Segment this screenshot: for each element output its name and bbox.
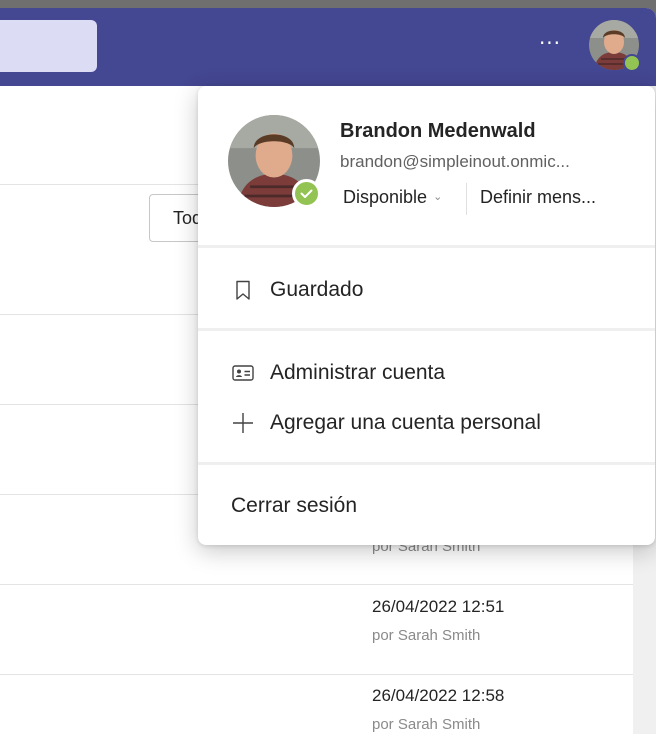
row-date: 26/04/2022 12:51 [372, 597, 505, 616]
more-options-button[interactable]: ··· [534, 30, 566, 62]
contact-card-icon [231, 361, 255, 385]
set-status-message-button[interactable]: Definir mens... [480, 187, 596, 208]
divider [466, 183, 467, 215]
sign-out-button[interactable]: Cerrar sesión [231, 494, 357, 518]
menu-item-add-personal-account[interactable]: Agregar una cuenta personal [198, 401, 655, 445]
menu-item-manage-account[interactable]: Administrar cuenta [198, 351, 655, 395]
divider [0, 674, 633, 675]
divider [198, 245, 655, 248]
menu-item-label: Administrar cuenta [270, 361, 446, 384]
menu-item-saved[interactable]: Guardado [198, 268, 655, 312]
menu-item-label: Guardado [270, 278, 364, 301]
profile-menu: Brandon Medenwald brandon@simpleinout.on… [198, 86, 655, 545]
row-author: por Sarah Smith [372, 627, 481, 644]
chevron-down-icon: ⌄ [433, 191, 443, 203]
divider [0, 584, 633, 585]
presence-available-icon [292, 179, 321, 208]
row-date: 26/04/2022 12:58 [372, 686, 505, 705]
status-label: Disponible [343, 187, 428, 207]
divider [198, 328, 655, 331]
profile-name: Brandon Medenwald [340, 120, 536, 142]
title-bar: ··· [0, 8, 656, 86]
status-dropdown[interactable]: Disponible ⌄ [343, 187, 442, 208]
menu-item-label: Agregar una cuenta personal [270, 411, 541, 434]
row-author: por Sarah Smith [372, 716, 481, 733]
search-input[interactable] [0, 20, 97, 72]
divider [198, 462, 655, 465]
profile-email: brandon@simpleinout.onmic... [340, 152, 570, 171]
presence-status-icon [623, 54, 641, 72]
bookmark-icon [231, 278, 255, 302]
add-icon [231, 411, 255, 435]
